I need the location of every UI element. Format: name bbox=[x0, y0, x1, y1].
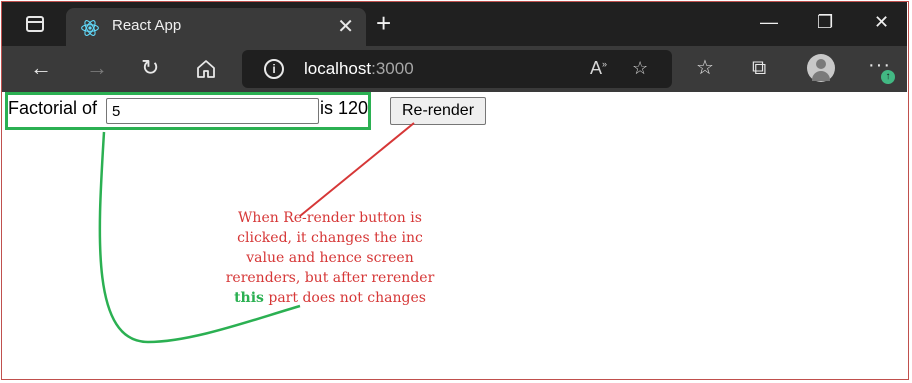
home-icon[interactable] bbox=[195, 58, 217, 80]
annotation-text-after: part does not changes bbox=[268, 290, 426, 306]
url-text: localhost:3000 bbox=[304, 59, 414, 79]
favorites-icon[interactable]: ☆ bbox=[696, 56, 714, 80]
tab-title: React App bbox=[112, 17, 182, 34]
info-icon[interactable]: i bbox=[264, 59, 284, 79]
page-content: Factorial of is 120 Re-render When Re-re… bbox=[2, 92, 907, 379]
profile-icon[interactable] bbox=[807, 54, 835, 82]
add-favorite-icon[interactable]: ☆ bbox=[632, 58, 648, 79]
back-icon[interactable]: ← bbox=[30, 56, 52, 80]
collections-icon[interactable]: ⧉ bbox=[752, 56, 766, 80]
tab-actions-icon[interactable] bbox=[26, 16, 44, 32]
new-tab-button[interactable]: + bbox=[376, 10, 391, 36]
annotation-connectors bbox=[98, 122, 415, 344]
update-icon: ↑ bbox=[881, 70, 895, 84]
url-host: localhost bbox=[304, 59, 372, 78]
read-aloud-icon[interactable]: A» bbox=[590, 58, 607, 79]
refresh-icon[interactable]: ↻ bbox=[141, 56, 159, 80]
forward-icon[interactable]: → bbox=[86, 56, 108, 80]
react-icon bbox=[81, 20, 99, 36]
tab-react-app[interactable]: React App ✕ bbox=[66, 8, 366, 46]
tab-strip: React App ✕ + — ❐ ✕ bbox=[2, 2, 907, 46]
minimize-button[interactable]: — bbox=[760, 12, 778, 33]
annotation-text-before: When Re-render button is clicked, it cha… bbox=[225, 210, 435, 286]
red-connector-line bbox=[299, 122, 415, 217]
annotation-text: When Re-render button is clicked, it cha… bbox=[218, 208, 442, 308]
browser-toolbar: ← → ↻ i localhost:3000 A» ☆ ☆ ⧉ ··· ↑ bbox=[2, 46, 907, 92]
annotation-highlight: this bbox=[234, 290, 264, 306]
address-bar[interactable]: i localhost:3000 A» ☆ bbox=[242, 50, 672, 88]
restore-button[interactable]: ❐ bbox=[817, 12, 833, 33]
url-port: :3000 bbox=[371, 59, 414, 78]
tab-close-icon[interactable]: ✕ bbox=[337, 14, 354, 39]
close-window-button[interactable]: ✕ bbox=[874, 12, 889, 33]
